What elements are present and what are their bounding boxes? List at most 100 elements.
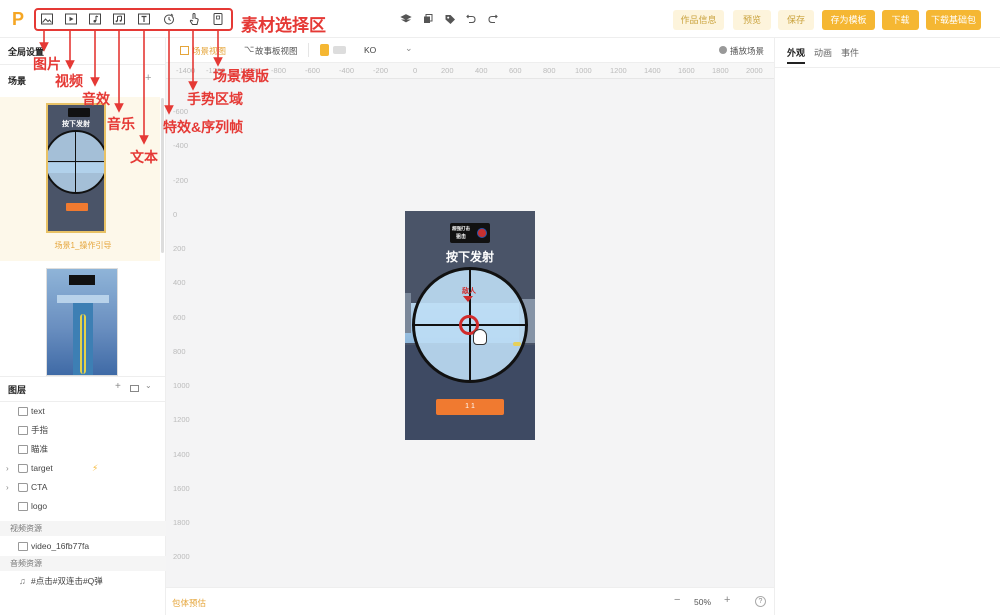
effect-annotation: 特效&序列帧 <box>163 119 244 135</box>
tab-appearance[interactable]: 外观 <box>787 46 805 59</box>
music-icon[interactable] <box>112 12 126 26</box>
zoom-level: 50% <box>694 597 712 607</box>
cta-button[interactable]: 1 1 <box>436 399 504 415</box>
text-icon[interactable] <box>137 12 151 26</box>
ruler-tick: -400 <box>173 141 189 150</box>
finger-icon <box>473 329 487 345</box>
tab-animation[interactable]: 动画 <box>814 46 832 59</box>
chevron-down-icon[interactable]: ⌄ <box>405 43 413 54</box>
gesture-icon[interactable] <box>187 12 201 26</box>
ruler-tick: 2000 <box>173 552 190 561</box>
preview-button[interactable]: 预览 <box>733 10 771 30</box>
ruler-tick: 1600 <box>173 484 190 493</box>
sound-annotation: 音效 <box>82 91 110 107</box>
folder-add-icon[interactable] <box>130 385 139 392</box>
zoom-out-button[interactable]: − <box>674 594 680 606</box>
add-scene-button[interactable]: + <box>145 72 151 84</box>
ruler-tick: -200 <box>173 176 189 185</box>
package-size-estimate[interactable]: 包体预估 <box>172 597 206 609</box>
ruler-tick: 0 <box>173 210 178 219</box>
copy-icon[interactable] <box>422 13 434 25</box>
help-icon[interactable]: ? <box>755 596 766 607</box>
scene-1-name: 场景1_操作引导 <box>54 241 112 250</box>
layer-row[interactable]: 手指 <box>0 421 166 440</box>
video-resources-heading: 视频资源 <box>0 521 166 536</box>
undo-icon[interactable] <box>465 13 477 25</box>
save-as-template-button[interactable]: 存为模板 <box>822 10 875 30</box>
storyboard-view-tab[interactable]: 故事板视图 <box>255 45 298 57</box>
layer-label: 瞄准 <box>31 444 49 454</box>
scene-view-tab[interactable]: 场景视图 <box>192 45 226 57</box>
asset-area-annotation: 素材选择区 <box>241 16 326 35</box>
audio-resource-item[interactable]: ♫ #点击#双连击#Q弹 <box>0 572 166 591</box>
tag-icon[interactable] <box>444 13 456 25</box>
video-annotation: 视频 <box>55 73 83 89</box>
zoom-in-button[interactable]: + <box>724 594 730 606</box>
scene-preview[interactable]: 超强打击 狙击 按下发射 敌人 1 1 <box>405 211 535 440</box>
add-layer-button[interactable]: + <box>115 381 121 392</box>
download-button[interactable]: 下载 <box>882 10 919 30</box>
layer-label: target <box>31 463 53 473</box>
scenes-heading: 场景 <box>8 76 27 86</box>
ruler-tick: 1400 <box>173 450 190 459</box>
layers-stack-icon[interactable] <box>400 13 412 25</box>
active-tab-indicator <box>787 62 805 64</box>
layer-row[interactable]: › target ⚡ <box>0 459 166 478</box>
ruler-tick: 600 <box>509 66 522 75</box>
effect-icon[interactable] <box>162 12 176 26</box>
work-info-button[interactable]: 作品信息 <box>673 10 724 30</box>
logo-text-1: 超强打击 <box>452 226 470 231</box>
ruler-tick: 1600 <box>678 66 695 75</box>
portrait-toggle[interactable] <box>320 44 329 56</box>
gesture-annotation: 手势区域 <box>187 91 243 107</box>
image-icon[interactable] <box>40 12 54 26</box>
ruler-tick: 200 <box>441 66 454 75</box>
ruler-tick: -400 <box>339 66 355 75</box>
text-annotation: 文本 <box>130 149 158 165</box>
layer-label: logo <box>31 501 48 511</box>
sound-effect-icon[interactable] <box>88 12 102 26</box>
save-button[interactable]: 保存 <box>778 10 814 30</box>
scene-template-icon[interactable] <box>211 12 225 26</box>
ruler-tick: 1000 <box>575 66 592 75</box>
redo-icon[interactable] <box>487 13 499 25</box>
scene-2-thumbnail[interactable] <box>46 268 118 376</box>
layer-row[interactable]: text <box>0 402 166 421</box>
landscape-toggle[interactable] <box>333 46 346 54</box>
ruler-tick: 800 <box>173 347 186 356</box>
vertical-ruler: -600 -400 -200 0 200 400 600 800 1000 12… <box>166 79 190 587</box>
ruler-tick: 1400 <box>644 66 661 75</box>
layer-label: text <box>31 406 45 416</box>
ruler-tick: 400 <box>173 278 186 287</box>
layer-row[interactable]: › CTA <box>0 478 166 497</box>
ruler-tick: 1200 <box>610 66 627 75</box>
scene-item-selected[interactable]: 按下发射 场景1_操作引导 <box>0 97 160 261</box>
layer-row[interactable]: 瞄准 <box>0 440 166 459</box>
chevron-right-icon[interactable]: › <box>6 459 9 478</box>
play-icon <box>719 46 727 54</box>
scene-1-thumbnail[interactable]: 按下发射 <box>46 103 106 233</box>
ruler-tick: -1400 <box>176 66 196 75</box>
ruler-tick: -800 <box>271 66 287 75</box>
template-annotation: 场景模版 <box>213 68 269 84</box>
chevron-down-icon[interactable]: ⌄ <box>145 381 152 390</box>
layer-label: CTA <box>31 482 48 492</box>
game-logo: 超强打击 狙击 <box>450 223 490 243</box>
language-select[interactable]: KO <box>364 45 376 55</box>
ruler-tick: -200 <box>373 66 389 75</box>
play-scene-button[interactable]: 播放场景 <box>730 45 764 57</box>
tab-events[interactable]: 事件 <box>841 46 859 59</box>
ruler-tick: 200 <box>173 244 186 253</box>
music-annotation: 音乐 <box>107 116 135 132</box>
editor-canvas[interactable]: -1400 -1200 -1000 -800 -600 -400 -200 0 … <box>166 63 774 587</box>
top-toolbar: P 作品信息 预览 保存 存为模板 下载 下载基础包 <box>0 0 1000 38</box>
video-resource-item[interactable]: video_16fb77fa <box>0 537 166 556</box>
ruler-tick: -600 <box>305 66 321 75</box>
ruler-tick: 1200 <box>173 415 190 424</box>
ruler-tick: 600 <box>173 313 186 322</box>
layer-row[interactable]: logo <box>0 497 166 516</box>
chevron-right-icon[interactable]: › <box>6 478 9 497</box>
video-icon[interactable] <box>64 12 78 26</box>
video-resource-label: video_16fb77fa <box>31 541 90 551</box>
download-base-package-button[interactable]: 下载基础包 <box>926 10 981 30</box>
